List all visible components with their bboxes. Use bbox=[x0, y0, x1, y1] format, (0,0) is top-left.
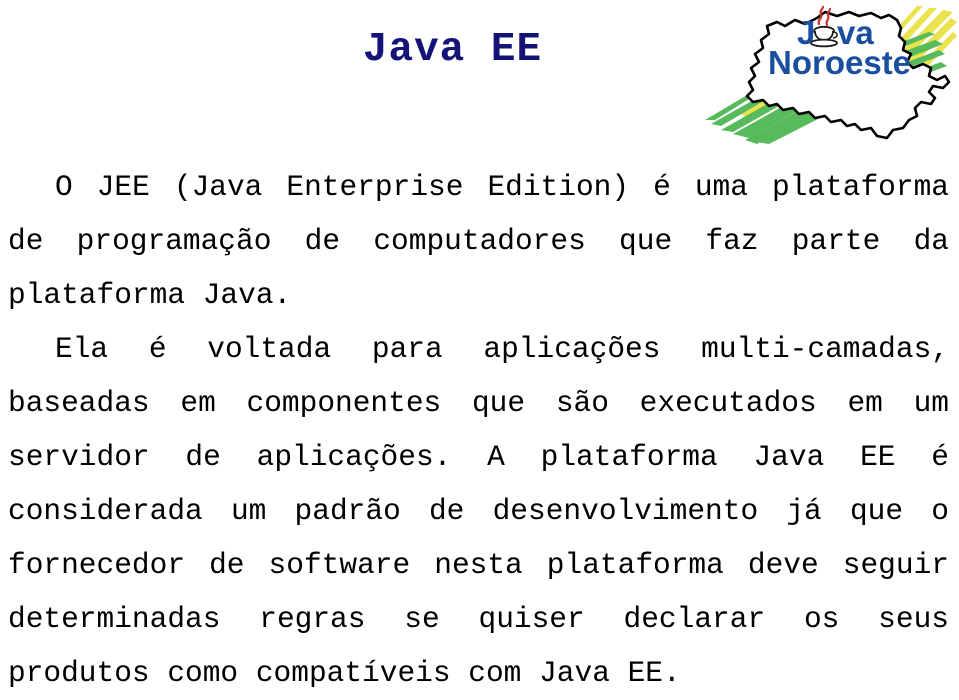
slide: Java EE J va Noroeste O JEE (Java Enterp… bbox=[0, 0, 959, 690]
paragraph-2: Ela é voltada para aplicações multi-cama… bbox=[8, 332, 949, 690]
paragraph-1: O JEE (Java Enterprise Edition) é uma pl… bbox=[8, 170, 949, 312]
logo-brand-noroeste: Noroeste bbox=[768, 44, 911, 81]
body-copy: O JEE (Java Enterprise Edition) é uma pl… bbox=[8, 160, 949, 700]
java-noroeste-logo: J va Noroeste bbox=[691, 2, 957, 144]
